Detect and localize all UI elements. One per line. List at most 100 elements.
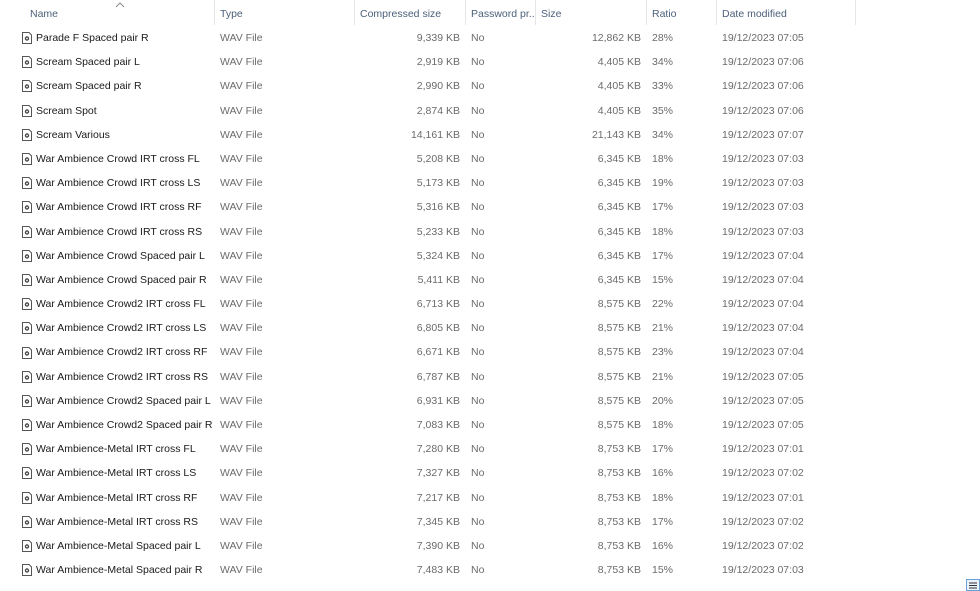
table-row[interactable]: War Ambience Crowd2 Spaced pair L WAV Fil…	[0, 389, 980, 413]
file-name-cell[interactable]: Scream Various	[0, 123, 215, 147]
file-size: 8,753 KB	[597, 539, 641, 552]
table-row[interactable]: War Ambience-Metal Spaced pair L WAV File…	[0, 534, 980, 558]
password-protected: No	[471, 201, 485, 214]
table-row[interactable]: War Ambience Crowd IRT cross RS WAV File 5…	[0, 220, 980, 244]
date-modified: 19/12/2023 07:07	[722, 128, 804, 141]
file-name-cell[interactable]: War Ambience Crowd2 IRT cross RF	[0, 340, 215, 364]
file-size: 6,345 KB	[597, 249, 641, 262]
column-header-ratio[interactable]: Ratio	[647, 0, 717, 25]
file-name-cell[interactable]: War Ambience Crowd IRT cross LS	[0, 171, 215, 195]
file-name: War Ambience-Metal IRT cross RS	[36, 515, 199, 528]
file-type: WAV File	[220, 152, 263, 165]
file-name-cell[interactable]: Scream Spaced pair R	[0, 74, 215, 98]
file-size: 8,753 KB	[597, 564, 641, 577]
file-type: WAV File	[220, 80, 263, 93]
table-row[interactable]: War Ambience-Metal IRT cross FL WAV File 7…	[0, 437, 980, 461]
file-name-cell[interactable]: War Ambience Crowd IRT cross RF	[0, 195, 215, 219]
compression-ratio: 23%	[652, 346, 674, 359]
column-header-date-modified-label: Date modified	[722, 8, 787, 20]
file-name-cell[interactable]: War Ambience-Metal IRT cross RS	[0, 510, 215, 534]
password-protected: No	[471, 152, 485, 165]
table-row[interactable]: War Ambience Crowd2 IRT cross FL WAV File…	[0, 292, 980, 316]
table-row[interactable]: War Ambience Crowd2 IRT cross LS WAV File…	[0, 316, 980, 340]
column-header-compressed-size-label: Compressed size	[360, 8, 442, 20]
compression-ratio: 21%	[652, 370, 674, 383]
file-name-cell[interactable]: War Ambience-Metal Spaced pair R	[0, 558, 215, 582]
table-row[interactable]: War Ambience-Metal IRT cross RS WAV File 7…	[0, 510, 980, 534]
table-row[interactable]: Parade F Spaced pair R WAV File 9,339 KB No…	[0, 26, 980, 50]
column-header-password-protected[interactable]: Password pr...	[466, 0, 536, 25]
file-name-cell[interactable]: War Ambience-Metal Spaced pair L	[0, 534, 215, 558]
date-modified: 19/12/2023 07:05	[722, 370, 804, 383]
column-header-compressed-size[interactable]: Compressed size	[355, 0, 466, 25]
table-row[interactable]: War Ambience Crowd2 IRT cross RS WAV File…	[0, 365, 980, 389]
column-header-name[interactable]: Name	[0, 0, 215, 25]
table-row[interactable]: War Ambience Crowd Spaced pair L WAV File…	[0, 244, 980, 268]
table-row[interactable]: Scream Various WAV File 14,161 KB No 21,143 …	[0, 123, 980, 147]
file-name-cell[interactable]: Parade F Spaced pair R	[0, 26, 215, 50]
column-header-type[interactable]: Type	[215, 0, 355, 25]
compression-ratio: 20%	[652, 394, 674, 407]
compressed-size: 5,411 KB	[417, 273, 460, 286]
date-modified: 19/12/2023 07:03	[722, 201, 804, 214]
compressed-size: 14,161 KB	[410, 128, 460, 141]
password-protected: No	[471, 346, 485, 359]
table-row[interactable]: War Ambience-Metal Spaced pair R WAV File…	[0, 558, 980, 582]
file-name-cell[interactable]: War Ambience Crowd2 IRT cross LS	[0, 316, 215, 340]
file-name-cell[interactable]: War Ambience Crowd Spaced pair L	[0, 244, 215, 268]
file-name-cell[interactable]: War Ambience Crowd IRT cross RS	[0, 220, 215, 244]
file-name: Scream Various	[36, 128, 110, 141]
file-name-cell[interactable]: War Ambience-Metal IRT cross FL	[0, 437, 215, 461]
file-type: WAV File	[220, 564, 263, 577]
table-row[interactable]: Scream Spaced pair L WAV File 2,919 KB No 4,…	[0, 50, 980, 74]
compressed-size: 5,173 KB	[416, 177, 460, 190]
table-row[interactable]: Scream Spaced pair R WAV File 2,990 KB No 4,…	[0, 74, 980, 98]
compressed-size: 6,805 KB	[416, 322, 460, 335]
table-row[interactable]: Scream Spot WAV File 2,874 KB No 4,405 KB 35%…	[0, 99, 980, 123]
file-list-window: Name Type Compressed size Password pr...…	[0, 0, 980, 591]
table-row[interactable]: War Ambience Crowd IRT cross LS WAV File 5…	[0, 171, 980, 195]
password-protected: No	[471, 419, 485, 431]
table-row[interactable]: War Ambience Crowd IRT cross FL WAV File 5…	[0, 147, 980, 171]
compressed-size: 6,713 KB	[416, 298, 460, 311]
file-name-cell[interactable]: War Ambience Crowd2 IRT cross FL	[0, 292, 215, 316]
file-name-cell[interactable]: War Ambience Crowd IRT cross FL	[0, 147, 215, 171]
compression-ratio: 34%	[652, 128, 674, 141]
file-type: WAV File	[220, 515, 263, 528]
sort-up-caret-icon	[115, 2, 125, 8]
date-modified: 19/12/2023 07:06	[722, 104, 804, 117]
file-name: War Ambience-Metal IRT cross LS	[36, 467, 197, 480]
file-name-cell[interactable]: War Ambience-Metal IRT cross LS	[0, 461, 215, 485]
file-name-cell[interactable]: War Ambience Crowd Spaced pair R	[0, 268, 215, 292]
compressed-size: 5,316 KB	[416, 201, 460, 214]
password-protected: No	[471, 564, 485, 577]
table-row[interactable]: War Ambience Crowd IRT cross RF WAV File 5…	[0, 195, 980, 219]
file-size: 6,345 KB	[597, 152, 641, 165]
compression-ratio: 18%	[652, 491, 674, 504]
table-row[interactable]: War Ambience Crowd2 Spaced pair R WAV Fil…	[0, 413, 980, 437]
compression-ratio: 34%	[652, 56, 674, 69]
file-name-cell[interactable]: Scream Spaced pair L	[0, 50, 215, 74]
table-row[interactable]: War Ambience Crowd Spaced pair R WAV File…	[0, 268, 980, 292]
file-name: Scream Spaced pair L	[36, 56, 140, 69]
file-type: WAV File	[220, 491, 263, 504]
table-row[interactable]: War Ambience Crowd2 IRT cross RF WAV File…	[0, 340, 980, 364]
table-row[interactable]: War Ambience-Metal IRT cross LS WAV File 7…	[0, 461, 980, 485]
file-name: War Ambience Crowd2 IRT cross RS	[36, 370, 208, 383]
file-name-cell[interactable]: Scream Spot	[0, 99, 215, 123]
compressed-size: 2,874 KB	[416, 104, 460, 117]
file-list: Parade F Spaced pair R WAV File 9,339 KB No…	[0, 26, 980, 582]
details-view-icon[interactable]	[966, 579, 980, 591]
file-name-cell[interactable]: War Ambience Crowd2 Spaced pair R	[0, 413, 215, 437]
file-size: 4,405 KB	[597, 56, 641, 69]
column-header-size[interactable]: Size	[536, 0, 647, 25]
table-row[interactable]: War Ambience-Metal IRT cross RF WAV File 7…	[0, 486, 980, 510]
file-name-cell[interactable]: War Ambience-Metal IRT cross RF	[0, 486, 215, 510]
file-name-cell[interactable]: War Ambience Crowd2 Spaced pair L	[0, 389, 215, 413]
date-modified: 19/12/2023 07:02	[722, 539, 804, 552]
file-name: War Ambience Crowd2 Spaced pair R	[36, 419, 213, 431]
file-type: WAV File	[220, 443, 263, 456]
column-header-date-modified[interactable]: Date modified	[717, 0, 856, 25]
file-name-cell[interactable]: War Ambience Crowd2 IRT cross RS	[0, 365, 215, 389]
wav-file-icon	[22, 201, 32, 214]
